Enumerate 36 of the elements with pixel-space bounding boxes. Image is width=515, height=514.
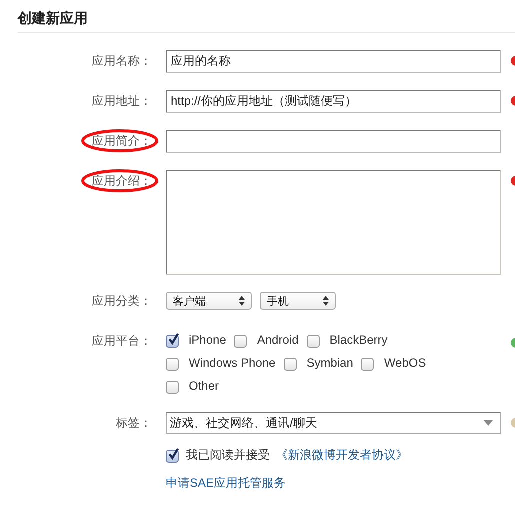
text-field[interactable]: [166, 130, 501, 153]
field-label: 应用简介：: [92, 134, 152, 148]
tags-field[interactable]: 游戏、社交网络、通讯/聊天: [166, 412, 501, 434]
checkbox-label: Symbian: [306, 355, 354, 371]
text-area[interactable]: [166, 170, 501, 275]
checkbox[interactable]: [166, 334, 179, 348]
checkbox-label: Other: [189, 378, 220, 394]
agreement-link[interactable]: 《新浪微博开发者协议》: [276, 446, 408, 464]
checkbox[interactable]: [306, 334, 320, 348]
field-label: 应用平台：: [92, 334, 152, 348]
checkbox-label: iPhone: [189, 332, 226, 348]
checkbox-label: Windows Phone: [189, 355, 276, 371]
checkbox[interactable]: [166, 380, 179, 394]
dropdown-arrow-icon: [483, 420, 494, 426]
checkbox[interactable]: [234, 334, 248, 348]
updown-icon: [323, 296, 329, 306]
checkbox[interactable]: [166, 358, 179, 370]
text-field[interactable]: http://你的应用地址（测试随便写）: [166, 90, 501, 113]
sae-hosting-link[interactable]: 申请SAE应用托管服务: [166, 476, 286, 490]
agreement-text: 我已阅读并接受: [186, 446, 270, 464]
field-label: 应用地址：: [92, 94, 152, 108]
field-label: 应用分类：: [92, 294, 152, 308]
dropdown[interactable]: 手机: [260, 292, 336, 310]
checkbox-label: BlackBerry: [330, 332, 388, 348]
text-field[interactable]: 应用的名称: [166, 50, 501, 73]
checkbox-label: Android: [257, 332, 299, 348]
field-label: 应用介绍：: [92, 174, 152, 188]
checkbox[interactable]: [284, 358, 297, 370]
page-title: 创建新应用: [18, 9, 89, 27]
checkbox[interactable]: [166, 450, 179, 462]
field-label: 应用名称：: [92, 54, 152, 68]
dropdown[interactable]: 客户端: [166, 292, 252, 310]
updown-icon: [239, 296, 245, 306]
checkbox[interactable]: [361, 358, 374, 370]
field-label: 标签：: [116, 416, 152, 430]
checkbox-label: WebOS: [384, 355, 426, 371]
